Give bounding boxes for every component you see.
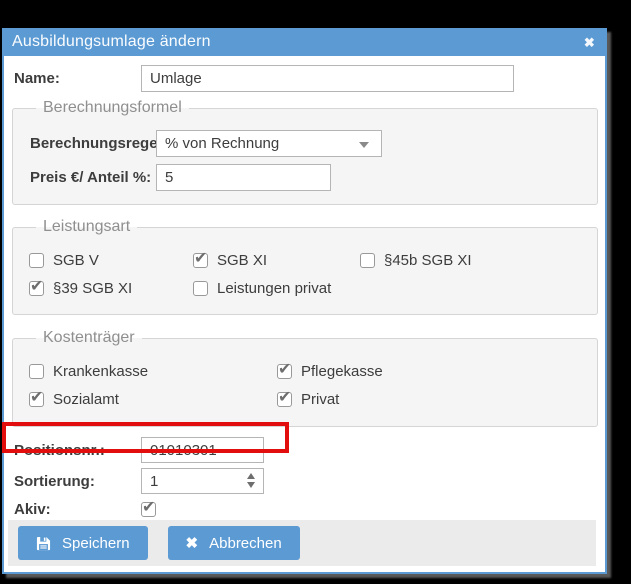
checkbox-sgb-v[interactable]: SGB V bbox=[29, 252, 193, 269]
aktiv-row: Akiv: bbox=[14, 497, 605, 518]
berechnungsregel-select[interactable]: % von Rechnung bbox=[156, 130, 382, 157]
name-row: Name: bbox=[14, 56, 605, 92]
preis-input[interactable] bbox=[156, 164, 331, 191]
spinner-up-icon[interactable] bbox=[247, 473, 255, 479]
kostentraeger-checkbox-grid: Krankenkasse Pflegekasse Sozialamt Priva… bbox=[29, 359, 597, 408]
checkbox-icon[interactable] bbox=[29, 253, 44, 268]
section-leistungsart: Leistungsart SGB V SGB XI §45b SGB XI bbox=[12, 218, 598, 315]
sortierung-row: Sortierung: bbox=[14, 468, 605, 494]
leistungsart-checkbox-grid: SGB V SGB XI §45b SGB XI §39 SGB XI bbox=[29, 248, 597, 297]
checkbox-icon[interactable] bbox=[193, 248, 208, 268]
checkbox-icon[interactable] bbox=[360, 253, 375, 268]
dialog-ausbildungsumlage: Ausbildungsumlage ändern ✖ Name: Berechn… bbox=[2, 28, 607, 574]
checkbox-sozialamt[interactable]: Sozialamt bbox=[29, 387, 277, 408]
preis-row: Preis €/ Anteil %: bbox=[30, 164, 597, 191]
aktiv-label: Akiv: bbox=[14, 501, 51, 518]
save-icon bbox=[36, 536, 51, 551]
berechnungsregel-label: Berechnungsregel: bbox=[30, 135, 167, 152]
name-input[interactable] bbox=[141, 65, 514, 92]
name-label: Name: bbox=[14, 70, 60, 87]
chevron-down-icon bbox=[359, 142, 369, 148]
screenshot-stage: Ausbildungsumlage ändern ✖ Name: Berechn… bbox=[0, 0, 631, 584]
checkbox-icon[interactable] bbox=[29, 387, 44, 407]
checkbox-icon[interactable] bbox=[277, 387, 292, 407]
berechnungsregel-row: Berechnungsregel: % von Rechnung bbox=[30, 130, 597, 157]
dialog-body: Name: Berechnungsformel Berechnungsregel… bbox=[4, 56, 605, 574]
checkbox-leistungen-privat[interactable]: Leistungen privat bbox=[193, 280, 360, 297]
sortierung-label: Sortierung: bbox=[14, 472, 95, 490]
sortierung-input[interactable] bbox=[141, 468, 264, 494]
aktiv-checkbox[interactable] bbox=[141, 497, 156, 517]
save-button[interactable]: Speichern bbox=[18, 526, 148, 560]
berechnungsregel-selected-value: % von Rechnung bbox=[165, 135, 280, 152]
save-button-label: Speichern bbox=[62, 534, 130, 552]
close-icon[interactable]: ✖ bbox=[584, 36, 595, 49]
spinner-buttons[interactable] bbox=[247, 473, 255, 488]
dialog-footer: Speichern ✖ Abbrechen bbox=[8, 520, 596, 566]
checkbox-icon[interactable] bbox=[29, 364, 44, 379]
positionsnr-label: Positionsnr.: bbox=[14, 441, 105, 459]
section-berechnungsformel: Berechnungsformel Berechnungsregel: % vo… bbox=[12, 99, 598, 205]
positionsnr-input[interactable] bbox=[141, 437, 264, 463]
positionsnr-row: Positionsnr.: bbox=[14, 437, 605, 463]
section-kostentraeger: Kostenträger Krankenkasse Pflegekasse So… bbox=[12, 329, 598, 427]
checkbox-privat[interactable]: Privat bbox=[277, 387, 597, 408]
checkbox-krankenkasse[interactable]: Krankenkasse bbox=[29, 363, 277, 380]
berechnungsformel-legend: Berechnungsformel bbox=[43, 99, 182, 116]
checkbox-icon[interactable] bbox=[29, 276, 44, 296]
cancel-button-label: Abbrechen bbox=[209, 534, 282, 552]
checkbox-pflegekasse[interactable]: Pflegekasse bbox=[277, 359, 597, 380]
kostentraeger-legend: Kostenträger bbox=[43, 329, 135, 346]
spinner-down-icon[interactable] bbox=[247, 482, 255, 488]
checkbox-icon[interactable] bbox=[277, 359, 292, 379]
checkbox-39-sgb-xi[interactable]: §39 SGB XI bbox=[29, 276, 193, 297]
dialog-title: Ausbildungsumlage ändern bbox=[12, 33, 211, 50]
checkbox-sgb-xi[interactable]: SGB XI bbox=[193, 248, 360, 269]
leistungsart-legend: Leistungsart bbox=[43, 218, 131, 235]
preis-label: Preis €/ Anteil %: bbox=[30, 169, 152, 186]
cancel-x-icon: ✖ bbox=[185, 534, 199, 552]
checkbox-icon[interactable] bbox=[193, 281, 208, 296]
dialog-titlebar[interactable]: Ausbildungsumlage ändern ✖ bbox=[4, 30, 605, 56]
checkbox-45b-sgb-xi[interactable]: §45b SGB XI bbox=[360, 252, 597, 269]
cancel-button[interactable]: ✖ Abbrechen bbox=[167, 526, 300, 560]
